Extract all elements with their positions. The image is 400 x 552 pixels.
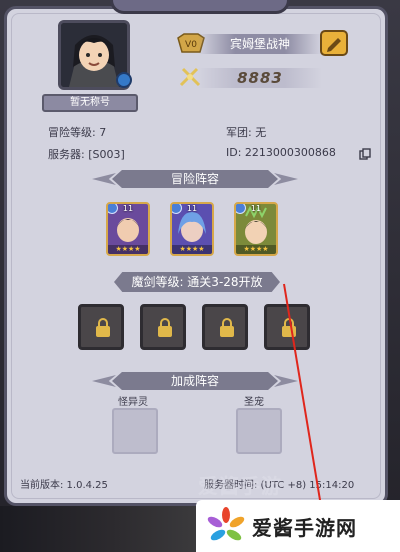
edit-icon [327, 38, 341, 52]
player-id: ID: 2213000300868 [226, 146, 336, 159]
brand-name: 爱酱手游网 [252, 516, 357, 540]
bonus-header: 加成阵容 [92, 370, 298, 392]
lock-icon [158, 318, 172, 337]
brand-logo-icon [207, 507, 245, 541]
server-info: 服务器: [S003] [48, 148, 125, 161]
lineup-header: 冒险阵容 [92, 168, 298, 190]
hero-stars: ★★★★ [172, 245, 212, 254]
hero-card-1[interactable]: 11 ★★★★ [106, 202, 150, 256]
hero-card-2[interactable]: 11 ★★★★ [170, 202, 214, 256]
faint-watermark: 爱酱手游 [198, 474, 282, 498]
panel-title-banner [110, 0, 290, 14]
sword-level-text: 魔剑等级: 通关3-28开放 [131, 275, 263, 289]
lock-icon [96, 318, 110, 337]
background-strip [0, 506, 196, 552]
adventure-level: 冒险等级: 7 [48, 126, 107, 139]
edit-name-button[interactable] [320, 30, 348, 56]
brand-watermark: 爱酱手游网 [196, 500, 400, 552]
pet-slot[interactable] [236, 408, 282, 454]
bonus-title: 加成阵容 [170, 374, 219, 388]
pet-label: 圣宠 [244, 397, 264, 408]
title-tag[interactable]: 暂无称号 [42, 94, 138, 112]
version-text: 当前版本: 1.0.4.25 [20, 480, 108, 491]
locked-slot-3[interactable] [202, 304, 248, 350]
hero-level: 11 [250, 204, 262, 213]
spirit-label: 怪异灵 [118, 397, 148, 408]
hero-level: 11 [122, 204, 134, 213]
hero-level: 11 [186, 204, 198, 213]
combat-power: 8883 [198, 68, 322, 88]
locked-slot-4[interactable] [264, 304, 310, 350]
copy-icon[interactable] [359, 148, 371, 160]
hero-stars: ★★★★ [236, 245, 276, 254]
lock-icon [220, 318, 234, 337]
vip-label: V0 [185, 40, 197, 50]
player-name: 宾姆堡战神 [198, 34, 322, 54]
settings-gear-icon[interactable] [116, 72, 132, 88]
hero-stars: ★★★★ [108, 245, 148, 254]
spirit-slot[interactable] [112, 408, 158, 454]
guild-info: 军团: 无 [226, 126, 267, 139]
sword-level-bar: 魔剑等级: 通关3-28开放 [96, 270, 298, 294]
lock-icon [282, 318, 296, 337]
locked-slot-2[interactable] [140, 304, 186, 350]
locked-slot-1[interactable] [78, 304, 124, 350]
hero-card-3[interactable]: 11 ★★★★ [234, 202, 278, 256]
player-profile-screen: 暂无称号 V0 宾姆堡战神 8883 冒险等级: 7 军团: 无 服务器: [S… [0, 0, 400, 552]
lineup-title: 冒险阵容 [170, 172, 219, 186]
